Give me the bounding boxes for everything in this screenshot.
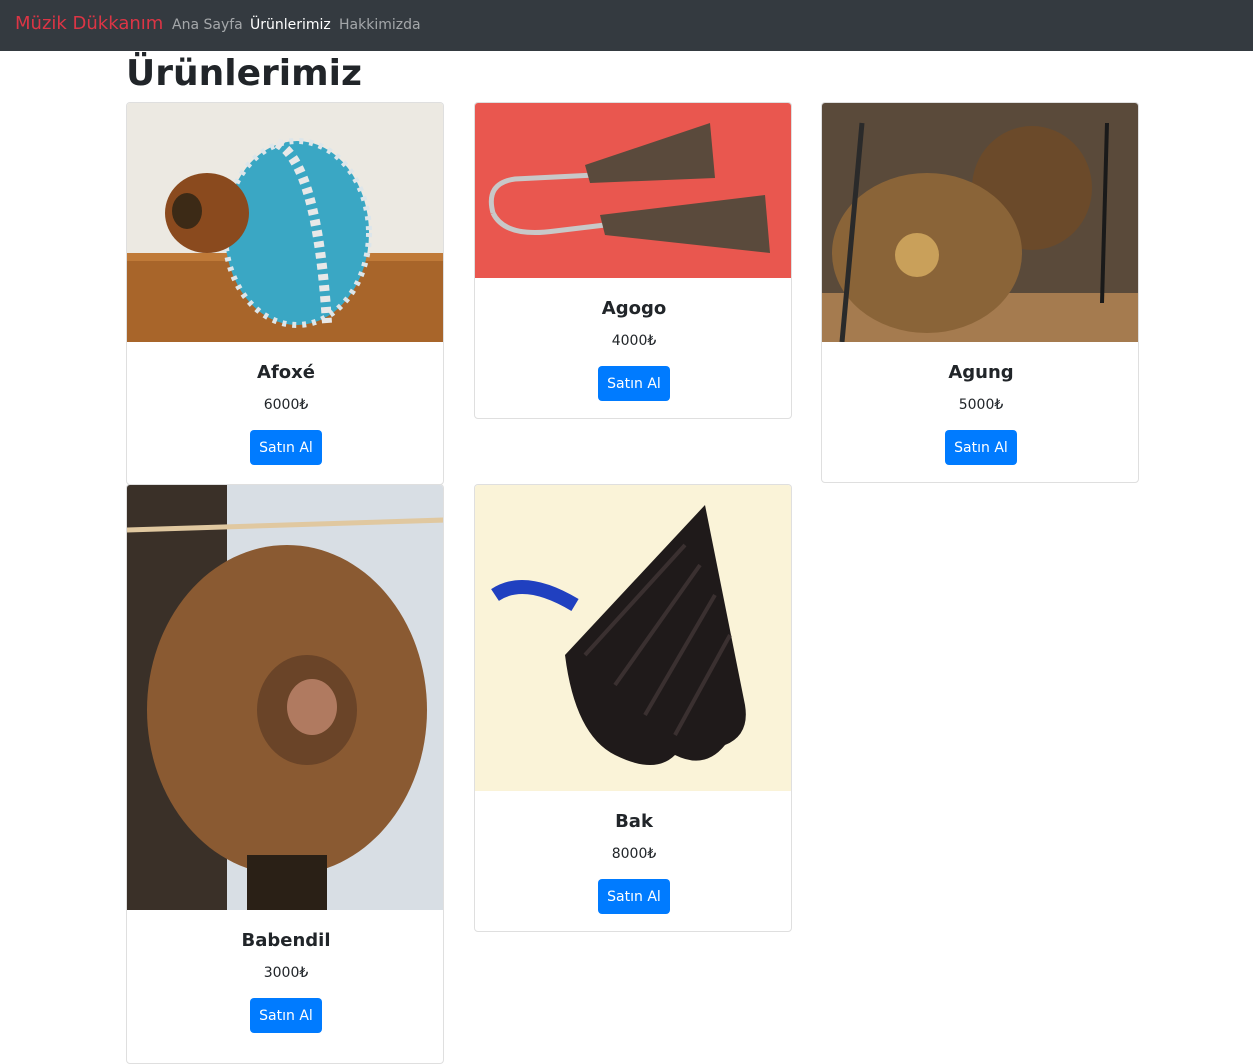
brand-link[interactable]: Müzik Dükkanım <box>15 13 163 34</box>
product-card-agung: Agung 5000₺ Satın Al <box>821 102 1139 483</box>
product-card-bak: Bak 8000₺ Satın Al <box>474 484 792 932</box>
product-name: Agung <box>948 362 1014 383</box>
product-price: 6000₺ <box>263 397 309 413</box>
buy-button-afoxe[interactable]: Satın Al <box>250 430 322 465</box>
product-price: 8000₺ <box>611 846 657 862</box>
product-image-babendil <box>127 485 443 910</box>
buy-button-bak[interactable]: Satın Al <box>598 879 670 914</box>
nav-link-hakkimizda[interactable]: Hakkimizda <box>339 17 421 33</box>
buy-button-babendil[interactable]: Satın Al <box>250 998 322 1033</box>
product-card-babendil: Babendil 3000₺ Satın Al <box>126 484 444 1064</box>
product-image-bak <box>475 485 791 791</box>
product-name: Afoxé <box>257 362 315 383</box>
product-image-afoxe <box>127 103 443 342</box>
product-name: Babendil <box>241 930 331 951</box>
product-name: Bak <box>615 811 653 832</box>
product-image-agung <box>822 103 1138 342</box>
product-card-agogo: Agogo 4000₺ Satın Al <box>474 102 792 419</box>
product-image-agogo <box>475 103 791 278</box>
product-price: 3000₺ <box>263 965 309 981</box>
product-card-afoxe: Afoxé 6000₺ Satın Al <box>126 102 444 485</box>
product-price: 4000₺ <box>611 333 657 349</box>
product-name: Agogo <box>601 298 667 319</box>
nav-link-urunlerimiz[interactable]: Ürünlerimiz <box>250 17 331 33</box>
buy-button-agung[interactable]: Satın Al <box>945 430 1017 465</box>
buy-button-agogo[interactable]: Satın Al <box>598 366 670 401</box>
nav-link-ana-sayfa[interactable]: Ana Sayfa <box>172 17 243 33</box>
product-price: 5000₺ <box>958 397 1004 413</box>
page-title: Ürünlerimiz <box>126 53 362 94</box>
navbar: Müzik Dükkanım Ana Sayfa Ürünlerimiz Hak… <box>0 0 1253 51</box>
